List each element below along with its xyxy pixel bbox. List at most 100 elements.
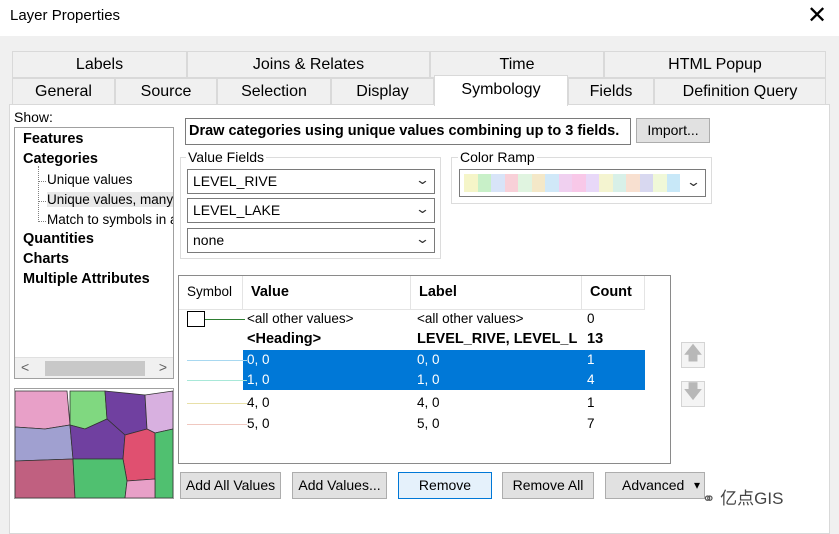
table-heading-row[interactable]: <Heading> LEVEL_RIVE, LEVEL_L 13: [179, 329, 670, 349]
row-label: 1, 0: [417, 372, 440, 387]
tab-time[interactable]: Time: [430, 51, 604, 78]
close-icon[interactable]: ✕: [807, 2, 827, 30]
tab-source[interactable]: Source: [115, 78, 217, 105]
tree-item-quantities[interactable]: Quantities: [23, 231, 94, 247]
row-count: 1: [587, 395, 595, 410]
tree-item-match-to-symbols[interactable]: Match to symbols in a: [47, 212, 173, 227]
tree-connector: [38, 201, 46, 202]
show-tree[interactable]: Features Categories Unique values Unique…: [14, 127, 174, 379]
row-label: 5, 0: [417, 416, 440, 431]
tree-item-unique-values[interactable]: Unique values: [47, 172, 133, 187]
row-value: <Heading>: [247, 331, 322, 347]
row-count: 4: [587, 372, 595, 387]
watermark: ⚭ 亿点GIS: [702, 484, 783, 509]
tree-item-features[interactable]: Features: [23, 131, 83, 147]
import-button[interactable]: Import...: [636, 118, 710, 143]
row-count: 13: [587, 331, 604, 347]
ramp-swatch: [464, 174, 478, 192]
tab-joins-relates[interactable]: Joins & Relates: [187, 51, 430, 78]
row-value: 0, 0: [247, 352, 270, 367]
move-down-icon[interactable]: 🡇: [681, 381, 705, 407]
row-value: <all other values>: [247, 311, 354, 326]
wechat-icon: ⚭: [702, 491, 716, 508]
value-fields-label: Value Fields: [186, 149, 267, 165]
add-values-button[interactable]: Add Values...: [292, 472, 387, 499]
advanced-label: Advanced: [622, 477, 685, 493]
tree-connector: [38, 181, 46, 182]
title-bar: [0, 0, 839, 36]
ramp-swatch: [572, 174, 586, 192]
renderer-description: Draw categories using unique values comb…: [185, 118, 631, 145]
tab-definition-query[interactable]: Definition Query: [654, 78, 826, 105]
value-field-2-value: LEVEL_LAKE: [193, 202, 281, 218]
row-count: 7: [587, 416, 595, 431]
color-ramp-select[interactable]: ⌄: [459, 169, 706, 197]
tab-html-popup[interactable]: HTML Popup: [604, 51, 826, 78]
column-header-label[interactable]: Label: [411, 276, 582, 310]
ramp-swatch: [639, 174, 653, 192]
unique-values-table[interactable]: Symbol Value Label Count <all other valu…: [178, 275, 671, 464]
ramp-swatch: [585, 174, 599, 192]
column-header-symbol[interactable]: Symbol: [179, 276, 243, 310]
value-field-3-value: none: [193, 232, 225, 248]
column-header-count[interactable]: Count: [582, 276, 645, 310]
color-ramp-swatches: [464, 174, 680, 192]
table-row[interactable]: <all other values> <all other values> 0: [179, 309, 670, 329]
tab-general[interactable]: General: [12, 78, 115, 105]
ramp-swatch: [666, 174, 680, 192]
symbol-line[interactable]: [187, 380, 247, 381]
table-row[interactable]: 1, 0 1, 0 4: [179, 370, 670, 390]
scroll-left-icon[interactable]: <: [21, 359, 29, 375]
ramp-swatch: [477, 174, 491, 192]
ramp-swatch: [653, 174, 667, 192]
tree-horizontal-scrollbar[interactable]: < >: [15, 357, 173, 378]
value-field-2-select[interactable]: LEVEL_LAKE ⌄: [187, 198, 435, 223]
show-label: Show:: [14, 109, 53, 125]
symbology-preview-map: [14, 388, 174, 499]
scroll-thumb[interactable]: [45, 361, 145, 376]
table-row[interactable]: 0, 0 0, 0 1: [179, 350, 670, 370]
tree-connector: [38, 221, 46, 222]
advanced-button[interactable]: Advanced ▾: [605, 472, 705, 499]
symbol-line[interactable]: [187, 424, 247, 425]
ramp-swatch: [626, 174, 640, 192]
value-field-1-value: LEVEL_RIVE: [193, 173, 278, 189]
row-value: 5, 0: [247, 416, 270, 431]
tree-item-charts[interactable]: Charts: [23, 251, 69, 267]
preview-map-image: [14, 389, 174, 499]
row-value: 4, 0: [247, 395, 270, 410]
ramp-swatch: [531, 174, 545, 192]
tree-item-unique-values-many[interactable]: Unique values, many: [47, 192, 173, 207]
value-field-1-select[interactable]: LEVEL_RIVE ⌄: [187, 169, 435, 194]
remove-all-button[interactable]: Remove All: [502, 472, 594, 499]
table-row[interactable]: 4, 0 4, 0 1: [179, 393, 670, 413]
ramp-swatch: [599, 174, 613, 192]
value-field-3-select[interactable]: none ⌄: [187, 228, 435, 253]
symbol-swatch[interactable]: [187, 311, 205, 327]
column-header-value[interactable]: Value: [243, 276, 411, 310]
tree-item-categories[interactable]: Categories: [23, 151, 98, 167]
ramp-swatch: [504, 174, 518, 192]
tab-symbology[interactable]: Symbology: [434, 75, 568, 106]
tab-display[interactable]: Display: [331, 78, 434, 105]
tab-fields[interactable]: Fields: [568, 78, 654, 105]
symbol-line[interactable]: [187, 360, 247, 361]
chevron-down-icon: ⌄: [414, 172, 431, 187]
row-label: 0, 0: [417, 352, 440, 367]
add-all-values-button[interactable]: Add All Values: [180, 472, 281, 499]
chevron-down-icon: ⌄: [685, 174, 702, 189]
remove-button[interactable]: Remove: [398, 472, 492, 499]
dropdown-arrow-icon: ▾: [693, 478, 700, 492]
tab-labels[interactable]: Labels: [12, 51, 187, 78]
ramp-swatch: [491, 174, 505, 192]
tree-item-multiple-attributes[interactable]: Multiple Attributes: [23, 271, 150, 287]
ramp-swatch: [545, 174, 559, 192]
table-row[interactable]: 5, 0 5, 0 7: [179, 414, 670, 434]
tab-selection[interactable]: Selection: [217, 78, 331, 105]
tree-connector: [38, 166, 39, 222]
symbol-line[interactable]: [187, 403, 247, 404]
ramp-swatch: [612, 174, 626, 192]
chevron-down-icon: ⌄: [414, 231, 431, 246]
scroll-right-icon[interactable]: >: [159, 359, 167, 375]
move-up-icon[interactable]: 🡅: [681, 342, 705, 368]
